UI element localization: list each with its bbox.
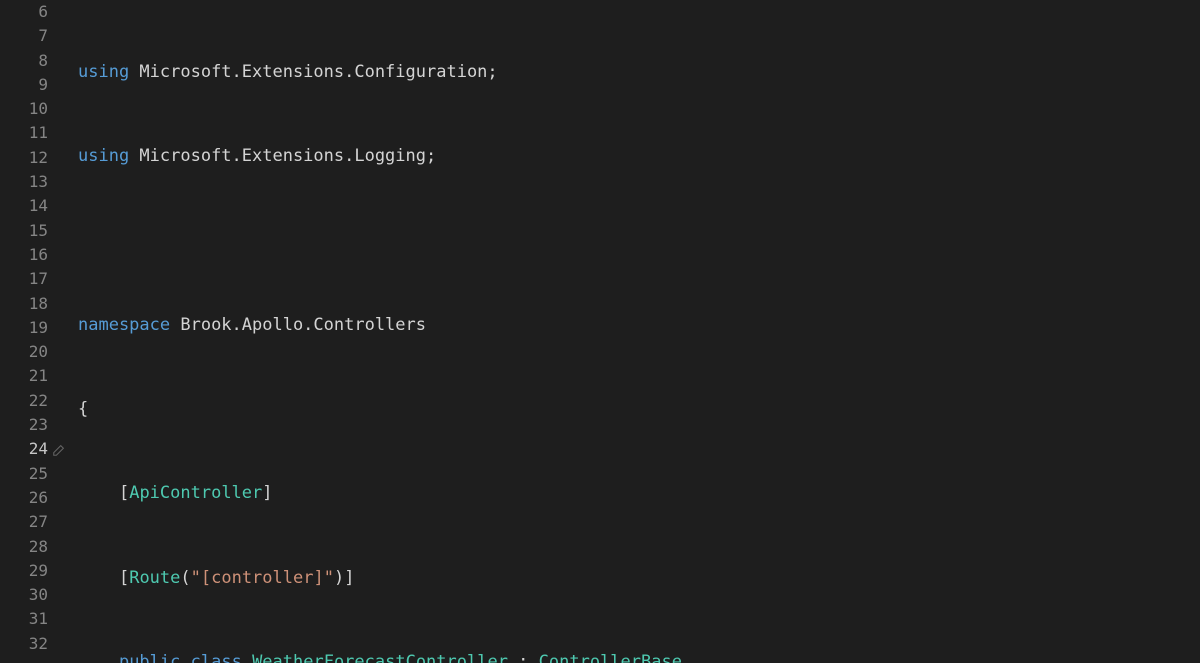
line-number: 11 (0, 121, 48, 145)
code-line[interactable]: [ApiController] (78, 481, 1200, 505)
code-line[interactable]: using Microsoft.Extensions.Logging; (78, 144, 1200, 168)
line-number: 16 (0, 243, 48, 267)
line-number: 28 (0, 535, 48, 559)
line-number: 26 (0, 486, 48, 510)
line-number: 10 (0, 97, 48, 121)
line-number: 12 (0, 146, 48, 170)
code-line[interactable]: using Microsoft.Extensions.Configuration… (78, 60, 1200, 84)
code-line[interactable]: { (78, 397, 1200, 421)
line-number: 13 (0, 170, 48, 194)
line-number: 30 (0, 583, 48, 607)
line-number: 21 (0, 364, 48, 388)
line-number: 15 (0, 219, 48, 243)
line-number: 31 (0, 607, 48, 631)
line-number: 6 (0, 0, 48, 24)
line-number: 22 (0, 389, 48, 413)
edit-icon (52, 443, 66, 457)
line-number: 17 (0, 267, 48, 291)
line-number: 14 (0, 194, 48, 218)
line-number-gutter: 6 7 8 9 10 11 12 13 14 15 16 17 18 19 20… (0, 0, 56, 663)
code-line[interactable]: public class WeatherForecastController :… (78, 650, 1200, 663)
line-number: 32 (0, 632, 48, 656)
line-number: 19 (0, 316, 48, 340)
line-number: 20 (0, 340, 48, 364)
line-number: 29 (0, 559, 48, 583)
line-number: 7 (0, 24, 48, 48)
line-number: 24 (0, 437, 48, 461)
line-number: 8 (0, 49, 48, 73)
code-editor[interactable]: 6 7 8 9 10 11 12 13 14 15 16 17 18 19 20… (0, 0, 1200, 663)
line-number: 23 (0, 413, 48, 437)
line-number: 9 (0, 73, 48, 97)
line-number: 18 (0, 292, 48, 316)
code-line[interactable]: [Route("[controller]")] (78, 566, 1200, 590)
line-number: 25 (0, 462, 48, 486)
line-number: 27 (0, 510, 48, 534)
code-line[interactable] (78, 229, 1200, 253)
code-line[interactable]: namespace Brook.Apollo.Controllers (78, 313, 1200, 337)
code-area[interactable]: using Microsoft.Extensions.Configuration… (56, 0, 1200, 663)
